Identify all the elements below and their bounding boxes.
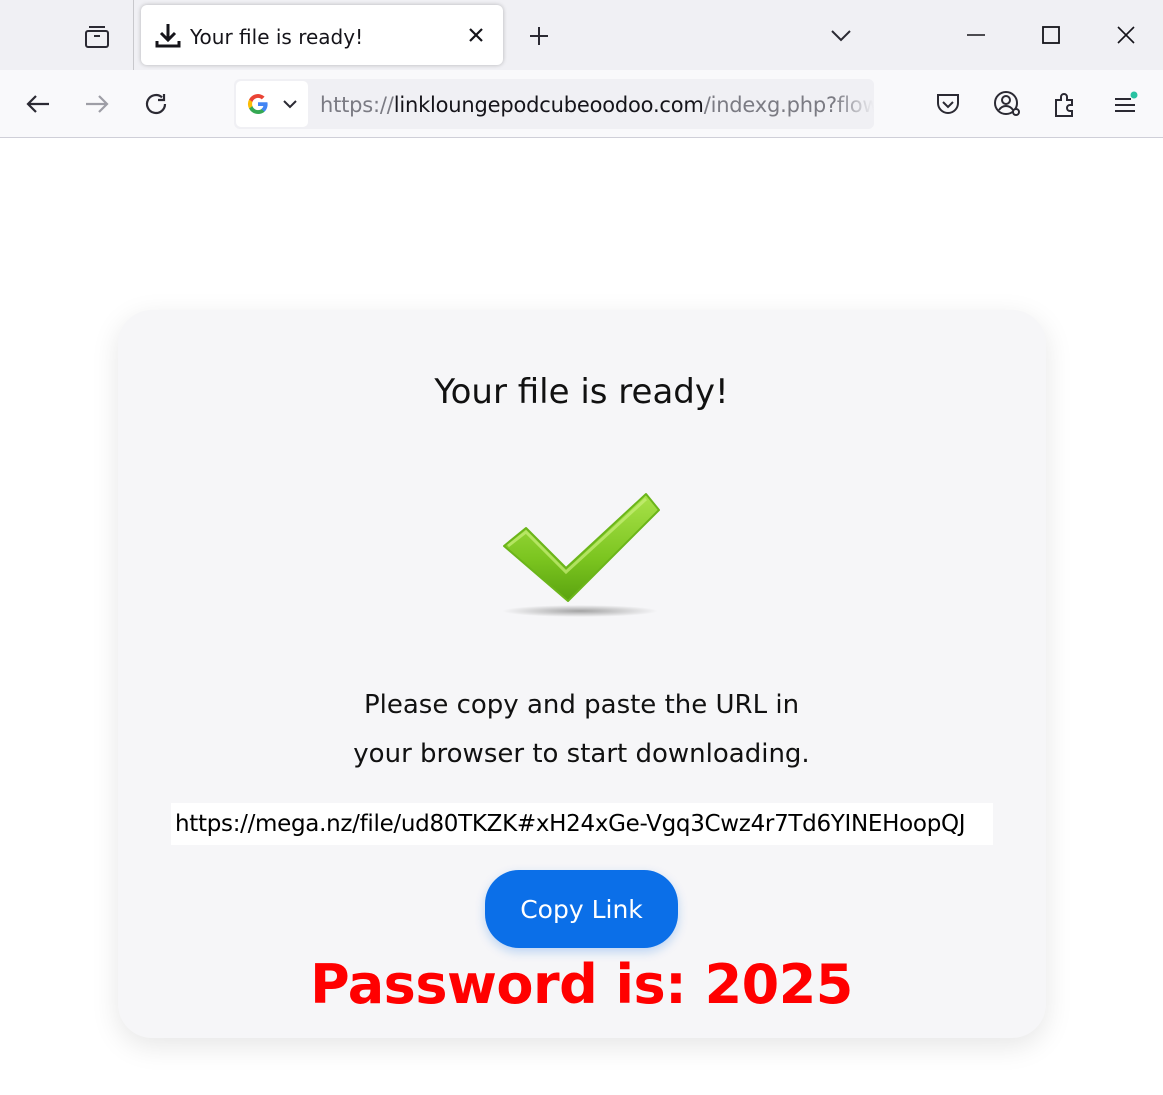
maximize-button[interactable] xyxy=(1031,17,1071,53)
arrow-right-icon xyxy=(86,95,109,113)
pocket-button[interactable] xyxy=(929,86,967,122)
minimize-icon xyxy=(967,34,985,36)
instruction-line-1: Please copy and paste the URL in xyxy=(363,690,800,720)
forward-button[interactable] xyxy=(78,86,116,122)
tab-close-button[interactable] xyxy=(463,22,489,48)
firefox-view-button[interactable] xyxy=(78,18,116,54)
close-icon xyxy=(469,28,483,42)
arrow-left-icon xyxy=(26,95,49,113)
account-button[interactable] xyxy=(988,86,1026,122)
copy-link-button[interactable]: Copy Link xyxy=(485,870,678,948)
minimize-button[interactable] xyxy=(956,17,996,53)
new-tab-button[interactable] xyxy=(524,21,554,51)
page-title: Your file is ready! xyxy=(434,372,729,412)
app-menu-button[interactable] xyxy=(1106,86,1144,122)
tab-active[interactable]: Your file is ready! xyxy=(141,5,503,65)
tab-title: Your file is ready! xyxy=(190,25,364,49)
navigation-toolbar: https://linkloungepodcubeoodoo.com/index… xyxy=(0,70,1163,138)
google-icon xyxy=(247,94,268,115)
address-bar[interactable]: https://linkloungepodcubeoodoo.com/index… xyxy=(234,79,874,129)
close-icon xyxy=(1117,26,1135,44)
back-button[interactable] xyxy=(19,86,57,122)
firefox-view-icon xyxy=(85,26,109,48)
maximize-icon xyxy=(1042,26,1060,44)
close-window-button[interactable] xyxy=(1106,17,1146,53)
download-link-field[interactable]: https://mega.nz/file/ud80TKZK#xH24xGe-Vg… xyxy=(171,803,993,845)
reload-icon xyxy=(145,93,167,115)
list-all-tabs-button[interactable] xyxy=(826,21,856,51)
search-engine-button[interactable] xyxy=(236,81,308,127)
chevron-down-icon xyxy=(831,30,851,42)
instruction-line-2: your browser to start downloading. xyxy=(353,739,810,769)
checkmark-icon xyxy=(502,493,660,617)
reload-button[interactable] xyxy=(137,86,175,122)
extensions-button[interactable] xyxy=(1047,86,1085,122)
password-text: Password is: 2025 xyxy=(310,953,853,1016)
url-text[interactable]: https://linkloungepodcubeoodoo.com/index… xyxy=(320,93,874,117)
url-scheme: https:// xyxy=(320,93,394,117)
chevron-down-icon xyxy=(283,100,297,109)
puzzle-icon xyxy=(1055,93,1073,117)
hamburger-menu-icon xyxy=(1115,91,1138,112)
url-host: linkloungepodcubeoodoo.com xyxy=(393,93,704,117)
account-icon xyxy=(994,91,1020,116)
plus-icon xyxy=(530,27,548,45)
tab-strip: Your file is ready! xyxy=(0,0,1163,70)
url-fade xyxy=(834,79,874,129)
download-icon xyxy=(155,24,181,48)
pocket-icon xyxy=(937,94,959,114)
tab-separator xyxy=(133,0,134,70)
